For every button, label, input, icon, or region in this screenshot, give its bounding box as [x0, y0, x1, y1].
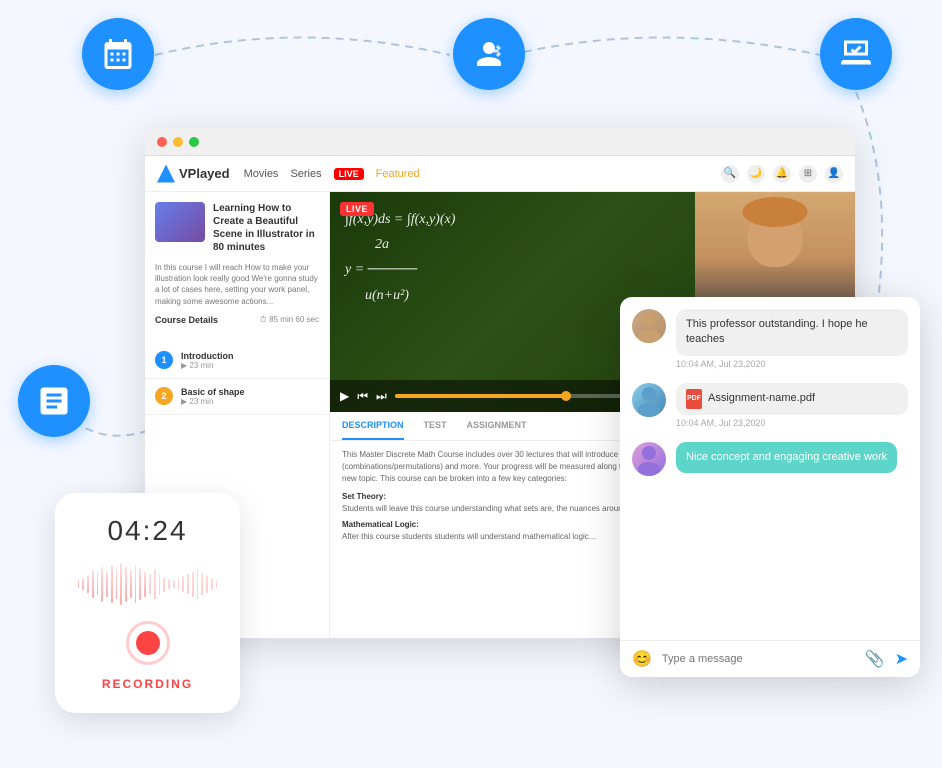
nav-live-badge[interactable]: LIVE	[334, 168, 364, 180]
emoji-button[interactable]: 😊	[632, 649, 652, 669]
chat-panel: This professor outstanding. I hope he te…	[620, 297, 920, 677]
progress-fill	[395, 394, 571, 398]
logo: VPlayed	[157, 165, 230, 183]
nav-links: Movies Series LIVE Featured	[244, 168, 420, 180]
chat-message-2: PDF Assignment-name.pdf 10:04 AM, Jul 23…	[632, 383, 908, 428]
chat-time-1: 10:04 AM, Jul 23,2020	[676, 359, 908, 369]
recording-time: 04:24	[107, 515, 187, 547]
notification-icon[interactable]: 🔔	[773, 165, 791, 183]
nav-featured[interactable]: Featured	[376, 168, 420, 180]
tab-test[interactable]: TEST	[424, 412, 447, 440]
course-details-label: Course Details	[155, 315, 218, 325]
file-name: Assignment-name.pdf	[708, 391, 815, 406]
course-title: Learning How to Create a Beautiful Scene…	[213, 202, 319, 254]
attachment-button[interactable]: 📎	[865, 649, 885, 669]
search-icon[interactable]: 🔍	[721, 165, 739, 183]
progress-dot	[561, 391, 571, 401]
calendar-icon	[82, 18, 154, 90]
lesson-1-info: Introduction ▶ 23 min	[181, 351, 319, 370]
chat-bubble-teal: Nice concept and engaging creative work	[676, 442, 897, 473]
laptop-learn-icon	[820, 18, 892, 90]
math-equations: ∫f(x,y)ds = ∫f(x,y)(x) 2a y = ───── u(n+…	[345, 207, 455, 308]
course-card-icon	[18, 365, 90, 437]
nav-icons: 🔍 🌙 🔔 ⊞ 👤	[721, 165, 843, 183]
minimize-dot[interactable]	[173, 137, 183, 147]
course-details-row: Course Details ⏱ 85 min 60 sec	[155, 315, 319, 325]
browser-chrome	[145, 128, 855, 156]
lesson-2-info: Basic of shape ▶ 23 min	[181, 387, 319, 406]
nav-bar: VPlayed Movies Series LIVE Featured 🔍 🌙 …	[145, 156, 855, 192]
lesson-1[interactable]: 1 Introduction ▶ 23 min	[145, 343, 329, 379]
avatar-3	[632, 442, 666, 476]
lesson-num-2: 2	[155, 387, 173, 405]
play-button[interactable]: ▶	[340, 389, 349, 403]
message-input[interactable]	[662, 653, 855, 665]
chat-message-3: Nice concept and engaging creative work	[632, 442, 908, 476]
chat-bubble-1: This professor outstanding. I hope he te…	[676, 309, 908, 356]
skip-back-button[interactable]: ⏮	[357, 389, 368, 404]
record-dot	[136, 631, 160, 655]
maximize-dot[interactable]	[189, 137, 199, 147]
course-thumbnail	[155, 202, 205, 242]
chat-input-area: 😊 📎 ➤	[620, 640, 920, 677]
chat-bubble-file: PDF Assignment-name.pdf	[676, 383, 908, 415]
chat-message-1: This professor outstanding. I hope he te…	[632, 309, 908, 369]
lesson-2[interactable]: 2 Basic of shape ▶ 23 min	[145, 379, 329, 415]
section2-title: Mathematical Logic:	[342, 520, 419, 529]
pdf-icon: PDF	[686, 389, 702, 409]
close-dot[interactable]	[157, 137, 167, 147]
recording-button[interactable]	[126, 621, 170, 665]
lesson-1-name: Introduction	[181, 351, 319, 361]
lesson-2-duration: ▶ 23 min	[181, 397, 319, 406]
chat-messages: This professor outstanding. I hope he te…	[620, 297, 920, 640]
lesson-num-1: 1	[155, 351, 173, 369]
user-icon[interactable]: 👤	[825, 165, 843, 183]
skip-fwd-button[interactable]: ⏭	[376, 389, 387, 404]
recording-label: RECORDING	[102, 677, 193, 691]
lesson-2-name: Basic of shape	[181, 387, 319, 397]
send-button[interactable]: ➤	[895, 649, 908, 669]
avatar-1	[632, 309, 666, 343]
recording-waveform	[78, 559, 218, 609]
section1-title: Set Theory:	[342, 492, 386, 501]
chat-time-2: 10:04 AM, Jul 23,2020	[676, 418, 908, 428]
logo-icon	[157, 165, 175, 183]
avatar-2	[632, 383, 666, 417]
chat-bubble-area-1: This professor outstanding. I hope he te…	[676, 309, 908, 369]
grid-icon[interactable]: ⊞	[799, 165, 817, 183]
nav-series[interactable]: Series	[290, 168, 321, 180]
course-header: Learning How to Create a Beautiful Scene…	[145, 192, 329, 343]
recording-widget: 04:24 RECORDING	[55, 493, 240, 713]
course-time: ⏱ 85 min 60 sec	[260, 315, 319, 325]
nav-movies[interactable]: Movies	[244, 168, 279, 180]
course-description: In this course I will reach How to make …	[155, 262, 319, 307]
lesson-1-duration: ▶ 23 min	[181, 361, 319, 370]
tab-assignment[interactable]: ASSIGNMENT	[467, 412, 527, 440]
theme-icon[interactable]: 🌙	[747, 165, 765, 183]
live-badge: LIVE	[340, 202, 374, 216]
logo-text: VPlayed	[179, 166, 230, 181]
chat-bubble-area-3: Nice concept and engaging creative work	[676, 442, 908, 473]
tab-description[interactable]: DESCRIPTION	[342, 412, 404, 440]
user-transfer-icon	[453, 18, 525, 90]
chat-bubble-area-2: PDF Assignment-name.pdf 10:04 AM, Jul 23…	[676, 383, 908, 428]
